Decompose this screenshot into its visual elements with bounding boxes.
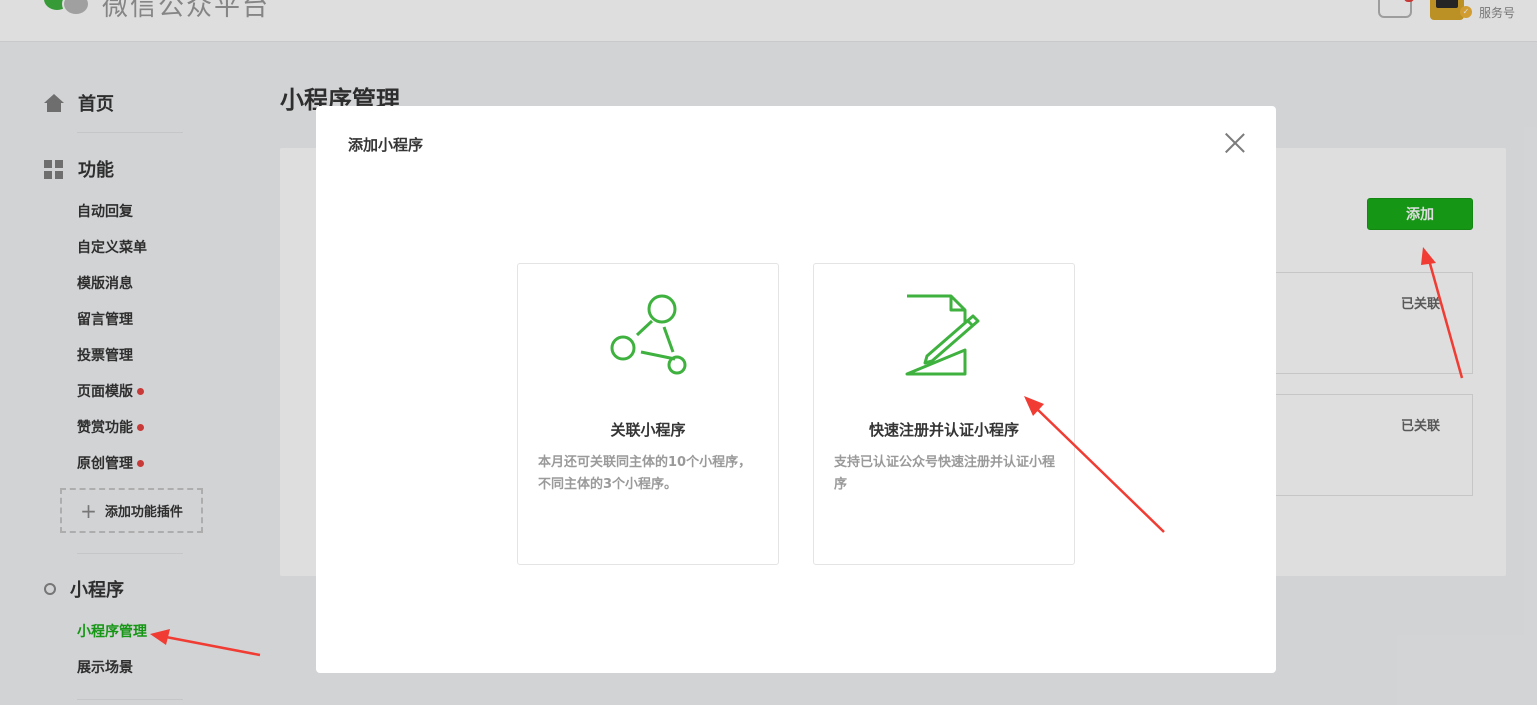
- quick-register-option[interactable]: 快速注册并认证小程序 支持已认证公众号快速注册并认证小程序: [813, 263, 1075, 565]
- option-description: 本月还可关联同主体的10个小程序，不同主体的3个小程序。: [538, 455, 752, 492]
- document-edit-icon: [905, 294, 980, 376]
- option-title: 快速注册并认证小程序: [868, 421, 1019, 439]
- option-description: 支持已认证公众号快速注册并认证小程序: [834, 455, 1056, 492]
- option-title: 关联小程序: [610, 421, 686, 439]
- link-miniprogram-option[interactable]: 关联小程序 本月还可关联同主体的10个小程序，不同主体的3个小程序。: [517, 263, 779, 565]
- close-icon[interactable]: [1224, 132, 1246, 154]
- add-miniprogram-dialog: 添加小程序 关联小程序 本月还可关联同主体的10个小程序，不同主体的3个小程序。: [316, 106, 1276, 673]
- share-nodes-icon: [610, 294, 687, 375]
- dialog-title: 添加小程序: [348, 136, 424, 154]
